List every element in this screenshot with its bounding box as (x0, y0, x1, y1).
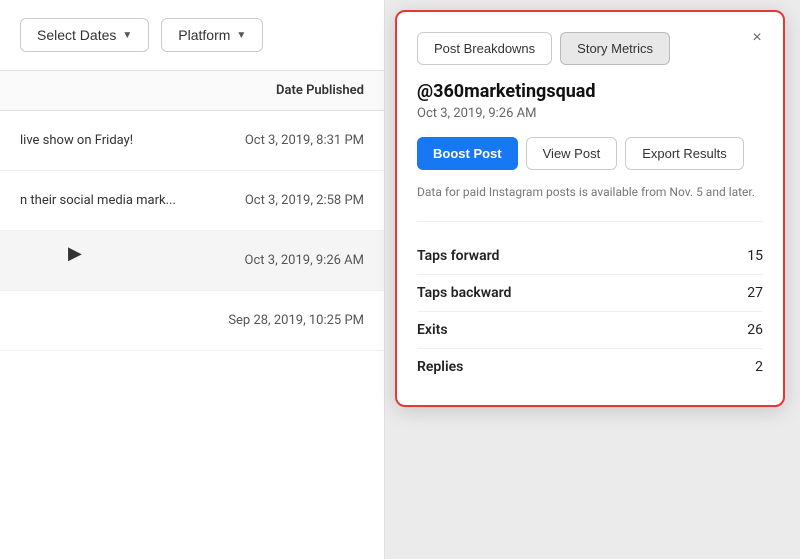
cursor-icon: ▶ (68, 243, 82, 264)
select-dates-label: Select Dates (37, 27, 116, 43)
story-metrics-panel: × Post Breakdowns Story Metrics @360mark… (395, 10, 785, 407)
metric-label: Replies (417, 359, 463, 375)
metric-row-exits: Exits 26 (417, 312, 763, 349)
platform-label: Platform (178, 27, 230, 43)
metric-label: Taps forward (417, 248, 499, 264)
post-date: Oct 3, 2019, 9:26 AM (417, 106, 763, 121)
account-name: @360marketingsquad (417, 81, 763, 102)
row-date: Oct 3, 2019, 8:31 PM (245, 133, 364, 148)
table-row-selected[interactable]: Oct 3, 2019, 9:26 AM ▶ (0, 231, 384, 291)
boost-post-button[interactable]: Boost Post (417, 137, 518, 170)
row-date: Oct 3, 2019, 2:58 PM (245, 193, 364, 208)
tabs-row: Post Breakdowns Story Metrics (417, 32, 763, 65)
platform-chevron-icon: ▼ (236, 30, 246, 41)
metric-label: Taps backward (417, 285, 511, 301)
table-row[interactable]: n their social media mark... Oct 3, 2019… (0, 171, 384, 231)
tab-post-breakdowns[interactable]: Post Breakdowns (417, 32, 552, 65)
select-dates-button[interactable]: Select Dates ▼ (20, 18, 149, 52)
tab-story-metrics[interactable]: Story Metrics (560, 32, 670, 65)
metric-row-replies: Replies 2 (417, 349, 763, 385)
row-text: n their social media mark... (20, 193, 245, 208)
info-text: Data for paid Instagram posts is availab… (417, 184, 763, 201)
action-buttons: Boost Post View Post Export Results (417, 137, 763, 170)
row-text: live show on Friday! (20, 133, 245, 148)
select-dates-chevron-icon: ▼ (122, 30, 132, 41)
metric-row-taps-forward: Taps forward 15 (417, 238, 763, 275)
metrics-table: Taps forward 15 Taps backward 27 Exits 2… (417, 238, 763, 385)
metric-value: 26 (747, 322, 763, 338)
platform-button[interactable]: Platform ▼ (161, 18, 263, 52)
table-row[interactable]: Sep 28, 2019, 10:25 PM (0, 291, 384, 351)
metric-value: 15 (747, 248, 763, 264)
toolbar: Select Dates ▼ Platform ▼ (0, 0, 384, 71)
divider (417, 221, 763, 222)
close-button[interactable]: × (745, 26, 769, 50)
left-panel: Select Dates ▼ Platform ▼ Date Published… (0, 0, 385, 559)
view-post-button[interactable]: View Post (526, 137, 618, 170)
export-results-button[interactable]: Export Results (625, 137, 744, 170)
date-published-header: Date Published (276, 83, 364, 98)
table-header: Date Published (0, 71, 384, 111)
row-date: Oct 3, 2019, 9:26 AM (245, 253, 364, 268)
table-row[interactable]: live show on Friday! Oct 3, 2019, 8:31 P… (0, 111, 384, 171)
metric-value: 2 (755, 359, 763, 375)
metric-row-taps-backward: Taps backward 27 (417, 275, 763, 312)
row-date: Sep 28, 2019, 10:25 PM (228, 313, 364, 328)
metric-value: 27 (747, 285, 763, 301)
metric-label: Exits (417, 322, 448, 338)
